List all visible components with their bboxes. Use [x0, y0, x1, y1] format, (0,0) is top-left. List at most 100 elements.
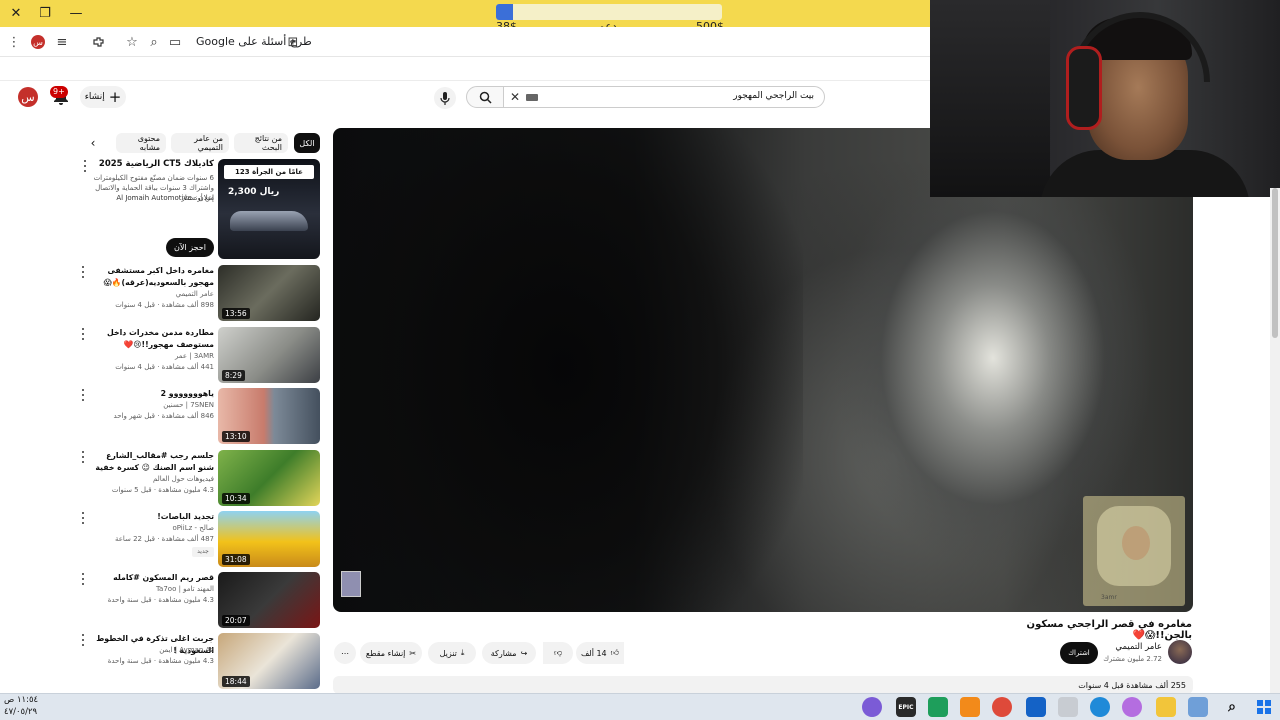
file-explorer-icon[interactable]: [1156, 697, 1176, 717]
share-icon: ↪: [520, 648, 528, 658]
app-icon[interactable]: [960, 697, 980, 717]
voice-search-mic-icon[interactable]: [434, 87, 456, 109]
media-control-icon[interactable]: ≡: [52, 32, 72, 52]
extensions-icon[interactable]: [88, 32, 108, 52]
chip-similar[interactable]: محتوى مشابه: [116, 133, 166, 153]
related-video[interactable]: 20:07 قصر ريم المسكون #كامله المهند تامو…: [74, 572, 322, 630]
video-channel[interactable]: 3AMR | عمر: [92, 352, 214, 360]
video-menu-icon[interactable]: [78, 327, 88, 341]
video-title[interactable]: قصر ريم المسكون #كامله: [92, 572, 214, 584]
browser-menu-icon[interactable]: ⋮: [4, 32, 24, 52]
video-channel[interactable]: عامر التميمي: [92, 290, 214, 298]
video-menu-icon[interactable]: [78, 388, 88, 402]
donation-goal-bar: [496, 4, 722, 20]
player-overlay-thumbnail[interactable]: [341, 571, 361, 597]
video-menu-icon[interactable]: [78, 633, 88, 647]
video-menu-icon[interactable]: [78, 572, 88, 586]
create-button[interactable]: إنشاء +: [80, 86, 126, 108]
video-duration: 31:08: [222, 554, 250, 565]
related-video[interactable]: 18:44 جربت اغلى تذكرة في الخطوط السعودية…: [74, 633, 322, 691]
copilot-icon[interactable]: [1122, 697, 1142, 717]
video-menu-icon[interactable]: [78, 265, 88, 279]
dislike-button[interactable]: 👎︎: [543, 642, 573, 664]
download-icon: ⤓: [460, 648, 465, 657]
video-meta: 846 ألف مشاهدة · قبل شهر واحد: [113, 412, 214, 420]
chrome-icon[interactable]: [992, 697, 1012, 717]
ad-title[interactable]: كاديلاك CT5 الرياضية 2025: [96, 159, 214, 169]
app-icon[interactable]: [862, 697, 882, 717]
site-info-icon[interactable]: ⊞: [283, 32, 303, 52]
ad-cta-button[interactable]: احجز الآن: [166, 238, 214, 257]
video-title[interactable]: ياهووووووو 2: [92, 388, 214, 400]
cast-icon[interactable]: ▭: [165, 32, 185, 52]
related-video[interactable]: 8:29 مطاردة مدمن مخدرات داخل مستوصف مهجو…: [74, 327, 322, 385]
taskbar-clock-date[interactable]: ٤٧/٠٥/٢٩: [4, 707, 37, 717]
more-actions-button[interactable]: ⋯: [334, 642, 356, 664]
search-input[interactable]: ✕ بيت الراجحي المهجور: [503, 86, 825, 108]
notifications-badge: 9+: [50, 86, 68, 98]
subscribe-button[interactable]: اشتراك: [1060, 642, 1098, 664]
plus-icon: +: [108, 88, 122, 106]
related-video[interactable]: 13:56 مغامره داخل اكبر مستشفى مهجور بالس…: [74, 265, 322, 323]
like-count: 14 ألف: [580, 648, 607, 658]
share-button[interactable]: ↪ مشاركة: [482, 642, 536, 664]
webcam-background: [930, 0, 1050, 197]
player-shadow: [333, 128, 803, 612]
start-menu-icon[interactable]: [1254, 697, 1274, 717]
taskbar-clock-time[interactable]: ١١:٥٤ ص: [4, 695, 38, 705]
video-meta: 487 ألف مشاهدة · قبل 22 ساعة: [114, 535, 214, 543]
ad-menu-icon[interactable]: [80, 159, 90, 173]
minimize-window-button[interactable]: —: [60, 0, 92, 27]
outlook-icon[interactable]: [1026, 697, 1046, 717]
donation-goal-fill: [496, 4, 514, 20]
clear-search-icon[interactable]: ✕: [510, 90, 520, 104]
video-menu-icon[interactable]: [78, 450, 88, 464]
video-player[interactable]: 3amr: [333, 128, 1193, 612]
page-scrollbar[interactable]: [1270, 188, 1280, 693]
channel-avatar[interactable]: [1168, 640, 1192, 664]
bookmark-star-icon[interactable]: ☆: [122, 32, 142, 52]
video-title[interactable]: جلسم رجب #مقالب_الشارع شنو اسم الصنك 😉 ك…: [92, 450, 214, 474]
video-title[interactable]: تجديد الباصات!: [92, 511, 214, 523]
chips-prev-chevron-icon[interactable]: ‹: [84, 134, 102, 152]
chip-from-search[interactable]: من نتائج البحث: [234, 133, 288, 153]
video-channel[interactable]: Ayman Az | ايمن: [92, 646, 214, 654]
search-button[interactable]: [466, 86, 504, 108]
video-menu-icon[interactable]: [78, 511, 88, 525]
account-avatar[interactable]: س: [18, 87, 38, 107]
download-button[interactable]: ⤓ تنزيل: [428, 642, 476, 664]
clip-button[interactable]: ✂ إنشاء مقطع: [360, 642, 422, 664]
task-view-icon[interactable]: [1188, 697, 1208, 717]
related-video[interactable]: 31:08 تجديد الباصات! صالح - oPiiLz 487 أ…: [74, 511, 322, 569]
app-icon[interactable]: [1058, 697, 1078, 717]
video-channel[interactable]: فيديوهات حول العالم: [92, 475, 214, 483]
edge-icon[interactable]: [1090, 697, 1110, 717]
create-label: إنشاء: [84, 92, 105, 102]
snap-username: 3amr: [1101, 594, 1117, 601]
video-meta: 4.3 مليون مشاهدة · قبل سنة واحدة: [107, 596, 214, 604]
video-duration: 13:10: [222, 431, 250, 442]
close-window-button[interactable]: ✕: [0, 0, 32, 27]
zoom-icon[interactable]: ⌕: [144, 32, 164, 52]
channel-name[interactable]: عامر التميمي: [1100, 642, 1162, 652]
profile-icon[interactable]: س: [28, 32, 48, 52]
video-duration: 13:56: [222, 308, 250, 319]
video-title[interactable]: مغامره داخل اكبر مستشفى مهجور بالسعوديه(…: [92, 265, 214, 289]
video-duration: 8:29: [222, 370, 245, 381]
chip-all[interactable]: الكل: [294, 133, 320, 153]
video-channel[interactable]: صالح - oPiiLz: [92, 524, 214, 532]
epic-games-icon[interactable]: EPIC: [896, 697, 916, 717]
ad-thumbnail[interactable]: 123 عامًا من الجرأة 2,300 ريال: [218, 159, 320, 259]
related-video[interactable]: 10:34 جلسم رجب #مقالب_الشارع شنو اسم الص…: [74, 450, 322, 508]
video-title[interactable]: مطاردة مدمن مخدرات داخل مستوصف مهجور!!😢❤…: [92, 327, 214, 351]
video-channel[interactable]: المهند تامو | Ta7oo: [92, 585, 214, 593]
chip-from-channel[interactable]: من عامر التميمي: [171, 133, 229, 153]
search-icon[interactable]: ⌕: [1222, 697, 1242, 717]
scrollbar-thumb[interactable]: [1272, 188, 1278, 338]
like-button[interactable]: 👍︎ 14 ألف: [576, 642, 624, 664]
app-icon[interactable]: [928, 697, 948, 717]
restore-window-button[interactable]: ❐: [29, 0, 61, 27]
keyboard-icon[interactable]: [526, 94, 538, 101]
video-channel[interactable]: 7SNEN | حسنين: [92, 401, 214, 409]
related-video[interactable]: 13:10 ياهووووووو 2 7SNEN | حسنين 846 ألف…: [74, 388, 322, 446]
